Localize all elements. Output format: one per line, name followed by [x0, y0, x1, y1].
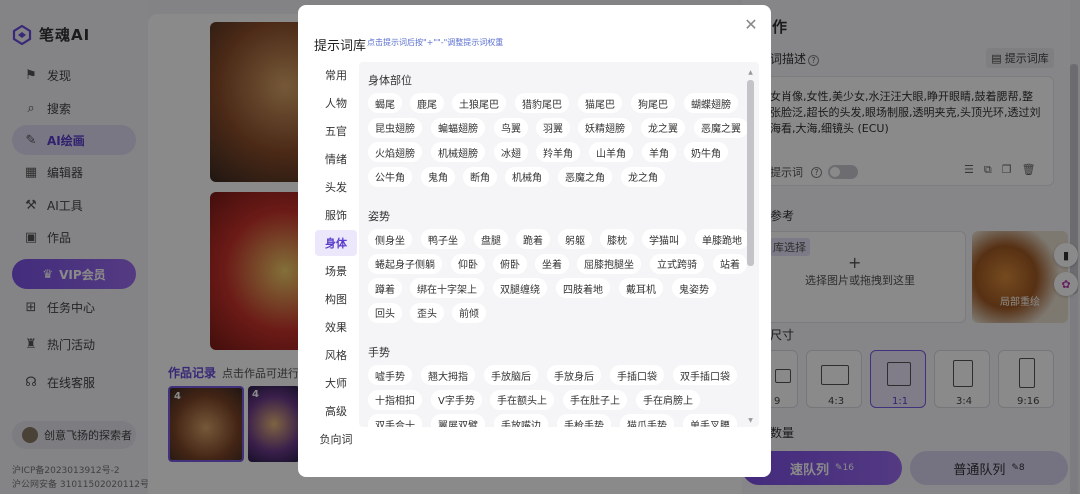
category-tab[interactable]: 情绪 [315, 146, 357, 172]
prompt-tag[interactable]: 十指相扣 [368, 389, 422, 410]
prompt-tag[interactable]: 回头 [368, 302, 402, 323]
prompt-tag[interactable]: 仰卧 [451, 253, 485, 274]
prompt-tag[interactable]: 屈膝抱腿坐 [577, 253, 641, 274]
prompt-tag[interactable]: 手放嘴边 [494, 414, 548, 427]
prompt-tag[interactable]: 蝙蝠翅膀 [431, 117, 485, 138]
prompt-tag[interactable]: 嘘手势 [368, 365, 412, 385]
prompt-tag[interactable]: 蜷起身子侧躺 [368, 253, 442, 274]
prompt-tag[interactable]: 羊角 [642, 142, 676, 162]
prompt-tag[interactable]: 戴耳机 [619, 278, 663, 298]
prompt-tag[interactable]: 猫尾巴 [578, 93, 622, 113]
prompt-tag[interactable]: 前倾 [452, 302, 486, 323]
prompt-tag[interactable]: 手放脑后 [484, 365, 538, 385]
prompt-tag[interactable]: 鸟翼 [494, 117, 528, 138]
prompt-tag[interactable]: 绑在十字架上 [410, 278, 484, 298]
prompt-tag[interactable]: 双手插口袋 [673, 365, 737, 385]
modal-subtitle: 点击提示词后按"+""-"调整提示词权重 [367, 38, 504, 47]
prompt-library-modal: 提示词库 点击提示词后按"+""-"调整提示词权重 ✕ 常用 人物 五官 情绪 头发 服饰… [298, 5, 771, 477]
prompt-tag[interactable]: 手在额头上 [490, 389, 554, 410]
section-title: 身体部位 [368, 74, 412, 87]
prompt-tag[interactable]: 断角 [463, 166, 497, 187]
prompt-tag[interactable]: 手插口袋 [610, 365, 664, 385]
category-tab[interactable]: 风格 [315, 342, 357, 368]
prompt-tag[interactable]: 猫爪手势 [620, 414, 674, 427]
prompt-tag[interactable]: 蹲着 [368, 278, 402, 298]
prompt-tag[interactable]: 双手合十 [368, 414, 422, 427]
prompt-tag[interactable]: 跪着 [516, 229, 550, 249]
prompt-tag[interactable]: 土狼尾巴 [452, 93, 506, 113]
prompt-tag[interactable]: 手在肩膀上 [636, 389, 700, 410]
prompt-tag[interactable]: 歪头 [410, 302, 444, 323]
prompt-tag[interactable]: 单膝跪地 [695, 229, 749, 249]
prompt-tag[interactable]: 手放身后 [547, 365, 601, 385]
modal-scrollbar[interactable]: ▲ ▼ [746, 69, 755, 425]
prompt-tag[interactable]: 恶魔之翼 [694, 117, 748, 138]
category-tab[interactable]: 高级 [315, 398, 357, 424]
close-icon[interactable]: ✕ [742, 15, 760, 34]
prompt-tag[interactable]: 妖精翅膀 [578, 117, 632, 138]
prompt-tag[interactable]: 火焰翅膀 [368, 142, 422, 162]
category-tab[interactable]: 效果 [315, 314, 357, 340]
category-tab[interactable]: 常用 [315, 62, 357, 88]
category-tab[interactable]: 身体 [315, 230, 357, 256]
prompt-tag[interactable]: 蝎尾 [368, 93, 402, 113]
prompt-tag[interactable]: 冰翅 [494, 142, 528, 162]
prompt-tag[interactable]: V字手势 [431, 389, 482, 410]
category-tab[interactable]: 场景 [315, 258, 357, 284]
prompt-tag[interactable]: 学猫叫 [642, 229, 686, 249]
prompt-tag[interactable]: 公牛角 [368, 166, 412, 187]
prompt-tag[interactable]: 猎豹尾巴 [515, 93, 569, 113]
modal-title: 提示词库 [314, 39, 367, 54]
prompt-tag[interactable]: 昆虫翅膀 [368, 117, 422, 138]
prompt-tag[interactable]: 躬躯 [558, 229, 592, 249]
prompt-tag[interactable]: 羽翼 [536, 117, 570, 138]
prompt-tag[interactable]: 坐着 [535, 253, 569, 274]
prompt-tag[interactable]: 蝴蝶翅膀 [684, 93, 738, 113]
section-title: 手势 [368, 346, 390, 359]
prompt-tag[interactable]: 翼展双臂 [431, 414, 485, 427]
prompt-tag[interactable]: 手在肚子上 [563, 389, 627, 410]
prompt-tag[interactable]: 狗尾巴 [631, 93, 675, 113]
prompt-tag[interactable]: 龙之翼 [641, 117, 685, 138]
prompt-tag[interactable]: 膝枕 [600, 229, 634, 249]
prompt-tag[interactable]: 鸭子坐 [421, 229, 465, 249]
prompt-tag[interactable]: 羚羊角 [536, 142, 580, 162]
prompt-tag[interactable]: 俯卧 [493, 253, 527, 274]
prompt-tag[interactable]: 翘大拇指 [421, 365, 475, 385]
prompt-tag[interactable]: 鹿尾 [410, 93, 444, 113]
prompt-tag[interactable]: 鬼姿势 [672, 278, 716, 298]
prompt-tag[interactable]: 恶魔之角 [558, 166, 612, 187]
prompt-tag[interactable]: 盘腿 [474, 229, 508, 249]
prompt-tag[interactable]: 单手叉腰 [683, 414, 737, 427]
category-tab[interactable]: 头发 [315, 174, 357, 200]
section-title: 姿势 [368, 210, 390, 223]
prompt-tag[interactable]: 四肢着地 [556, 278, 610, 298]
category-tab[interactable]: 人物 [315, 90, 357, 116]
category-tab[interactable]: 大师 [315, 370, 357, 396]
prompt-tag[interactable]: 双腿缠绕 [493, 278, 547, 298]
category-tab[interactable]: 服饰 [315, 202, 357, 228]
prompt-tag[interactable]: 机械角 [505, 166, 549, 187]
prompt-tag[interactable]: 手枪手势 [557, 414, 611, 427]
prompt-tag[interactable]: 机械翅膀 [431, 142, 485, 162]
prompt-tag[interactable]: 龙之角 [621, 166, 665, 187]
prompt-tag[interactable]: 山羊角 [589, 142, 633, 162]
prompt-tag-area: 身体部位蝎尾 鹿尾 土狼尾巴 猎豹尾巴 猫尾巴 狗尾巴 蝴蝶翅膀昆虫翅膀 蝙蝠翅膀 鸟翼 羽翼 妖精… [359, 62, 759, 427]
category-tab[interactable]: 负向词 [315, 426, 357, 452]
prompt-tag[interactable]: 奶牛角 [684, 142, 728, 162]
prompt-tag[interactable]: 站着 [713, 253, 747, 274]
prompt-tag[interactable]: 侧身坐 [368, 229, 412, 249]
prompt-tag[interactable]: 立式跨骑 [650, 253, 704, 274]
category-tab[interactable]: 构图 [315, 286, 357, 312]
prompt-tag[interactable]: 鬼角 [421, 166, 455, 187]
category-tab[interactable]: 五官 [315, 118, 357, 144]
